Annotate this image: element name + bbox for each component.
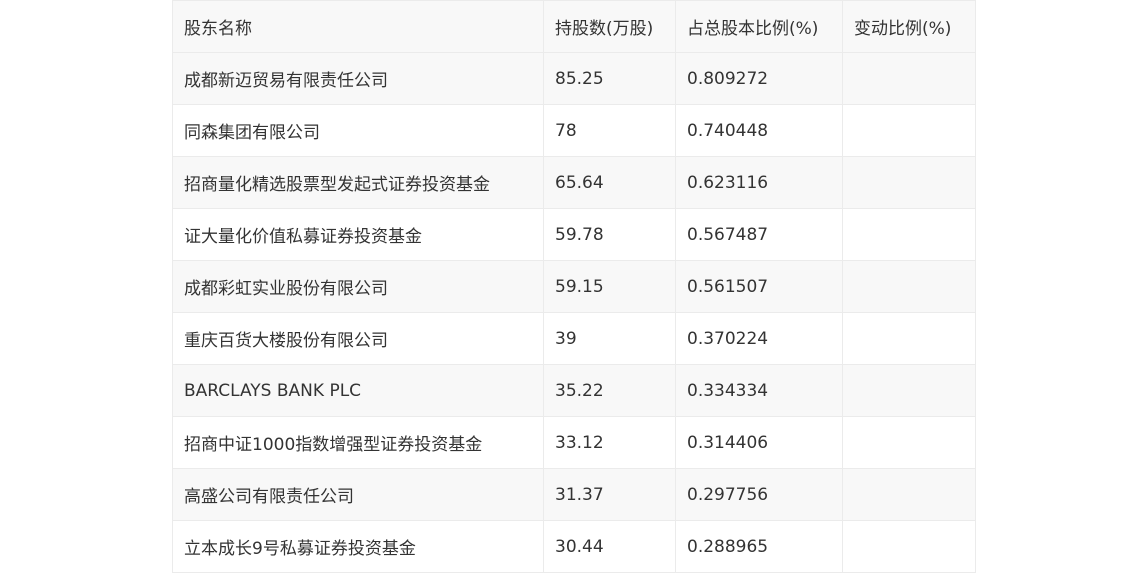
header-change-ratio: 变动比例(%) xyxy=(842,0,976,53)
cell-shares-held: 35.22 xyxy=(543,364,676,417)
cell-change-ratio xyxy=(842,312,976,365)
cell-shares-held: 33.12 xyxy=(543,416,676,469)
table-row: 立本成长9号私募证券投资基金 30.44 0.288965 xyxy=(172,520,976,573)
cell-share-ratio: 0.334334 xyxy=(675,364,843,417)
table-row: 招商量化精选股票型发起式证券投资基金 65.64 0.623116 xyxy=(172,156,976,209)
cell-shareholder-name: 成都彩虹实业股份有限公司 xyxy=(172,260,544,313)
header-shares-held: 持股数(万股) xyxy=(543,0,676,53)
cell-share-ratio: 0.288965 xyxy=(675,520,843,573)
cell-change-ratio xyxy=(842,104,976,157)
cell-shares-held: 39 xyxy=(543,312,676,365)
cell-change-ratio xyxy=(842,208,976,261)
cell-shareholder-name: 成都新迈贸易有限责任公司 xyxy=(172,52,544,105)
table-header-row: 股东名称 持股数(万股) 占总股本比例(%) 变动比例(%) xyxy=(172,0,976,53)
cell-shareholder-name: 证大量化价值私募证券投资基金 xyxy=(172,208,544,261)
table-row: 成都彩虹实业股份有限公司 59.15 0.561507 xyxy=(172,260,976,313)
table-row: 成都新迈贸易有限责任公司 85.25 0.809272 xyxy=(172,52,976,105)
shareholders-table: 股东名称 持股数(万股) 占总股本比例(%) 变动比例(%) 成都新迈贸易有限责… xyxy=(172,0,976,573)
table-row: 招商中证1000指数增强型证券投资基金 33.12 0.314406 xyxy=(172,416,976,469)
cell-shares-held: 78 xyxy=(543,104,676,157)
cell-share-ratio: 0.561507 xyxy=(675,260,843,313)
cell-shareholder-name: 同森集团有限公司 xyxy=(172,104,544,157)
cell-change-ratio xyxy=(842,52,976,105)
header-share-ratio: 占总股本比例(%) xyxy=(675,0,843,53)
cell-shareholder-name: BARCLAYS BANK PLC xyxy=(172,364,544,417)
cell-share-ratio: 0.567487 xyxy=(675,208,843,261)
cell-share-ratio: 0.297756 xyxy=(675,468,843,521)
table-row: BARCLAYS BANK PLC 35.22 0.334334 xyxy=(172,364,976,417)
cell-share-ratio: 0.314406 xyxy=(675,416,843,469)
cell-shareholder-name: 重庆百货大楼股份有限公司 xyxy=(172,312,544,365)
cell-shares-held: 65.64 xyxy=(543,156,676,209)
cell-share-ratio: 0.370224 xyxy=(675,312,843,365)
table-row: 证大量化价值私募证券投资基金 59.78 0.567487 xyxy=(172,208,976,261)
header-shareholder-name: 股东名称 xyxy=(172,0,544,53)
cell-share-ratio: 0.623116 xyxy=(675,156,843,209)
cell-shares-held: 30.44 xyxy=(543,520,676,573)
cell-shares-held: 31.37 xyxy=(543,468,676,521)
cell-shareholder-name: 招商中证1000指数增强型证券投资基金 xyxy=(172,416,544,469)
cell-share-ratio: 0.740448 xyxy=(675,104,843,157)
table-row: 同森集团有限公司 78 0.740448 xyxy=(172,104,976,157)
table-row: 高盛公司有限责任公司 31.37 0.297756 xyxy=(172,468,976,521)
cell-change-ratio xyxy=(842,416,976,469)
cell-change-ratio xyxy=(842,520,976,573)
cell-shares-held: 59.78 xyxy=(543,208,676,261)
table-row: 重庆百货大楼股份有限公司 39 0.370224 xyxy=(172,312,976,365)
cell-shareholder-name: 招商量化精选股票型发起式证券投资基金 xyxy=(172,156,544,209)
cell-change-ratio xyxy=(842,156,976,209)
cell-shares-held: 59.15 xyxy=(543,260,676,313)
cell-change-ratio xyxy=(842,468,976,521)
cell-shares-held: 85.25 xyxy=(543,52,676,105)
cell-share-ratio: 0.809272 xyxy=(675,52,843,105)
cell-change-ratio xyxy=(842,260,976,313)
cell-shareholder-name: 立本成长9号私募证券投资基金 xyxy=(172,520,544,573)
cell-shareholder-name: 高盛公司有限责任公司 xyxy=(172,468,544,521)
cell-change-ratio xyxy=(842,364,976,417)
